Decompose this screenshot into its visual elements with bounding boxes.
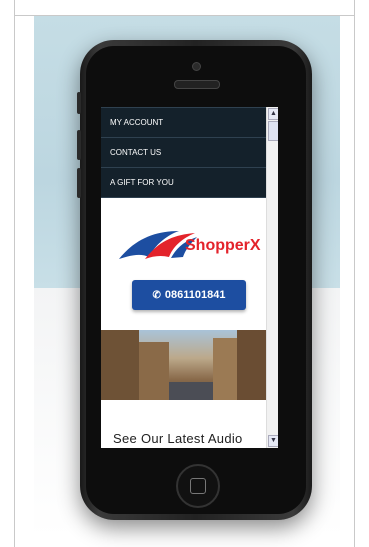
phone-icon: ✆	[152, 290, 161, 301]
menu-item-gift[interactable]: A GIFT FOR YOU	[101, 168, 278, 198]
call-button[interactable]: ✆ 0861101841	[132, 280, 246, 310]
menu-item-my-account[interactable]: MY ACCOUNT	[101, 107, 278, 138]
phone-screen: MY ACCOUNT CONTACT US A GIFT FOR YOU Sho…	[101, 107, 278, 448]
scrollbar[interactable]: ▲ ▼	[266, 107, 278, 448]
section-heading: See Our Latest Audio	[113, 431, 243, 446]
logo-text: ShopperX	[185, 237, 261, 254]
home-square-icon	[190, 478, 206, 494]
phone-mute-switch	[77, 92, 81, 114]
arrow-up-icon[interactable]: ▲	[268, 108, 278, 120]
arrow-down-icon[interactable]: ▼	[268, 435, 278, 447]
phone-volume-down	[77, 168, 81, 198]
home-button[interactable]	[176, 464, 220, 508]
call-number: 0861101841	[164, 289, 226, 301]
phone-volume-up	[77, 130, 81, 160]
shopperx-logo[interactable]: ShopperX	[115, 225, 267, 265]
street-photo	[101, 330, 278, 400]
camera-icon	[192, 62, 201, 71]
menu-item-contact-us[interactable]: CONTACT US	[101, 138, 278, 168]
scrollbar-thumb[interactable]	[268, 121, 278, 141]
nav-menu: MY ACCOUNT CONTACT US A GIFT FOR YOU	[101, 107, 278, 198]
speaker-grille	[174, 80, 220, 89]
